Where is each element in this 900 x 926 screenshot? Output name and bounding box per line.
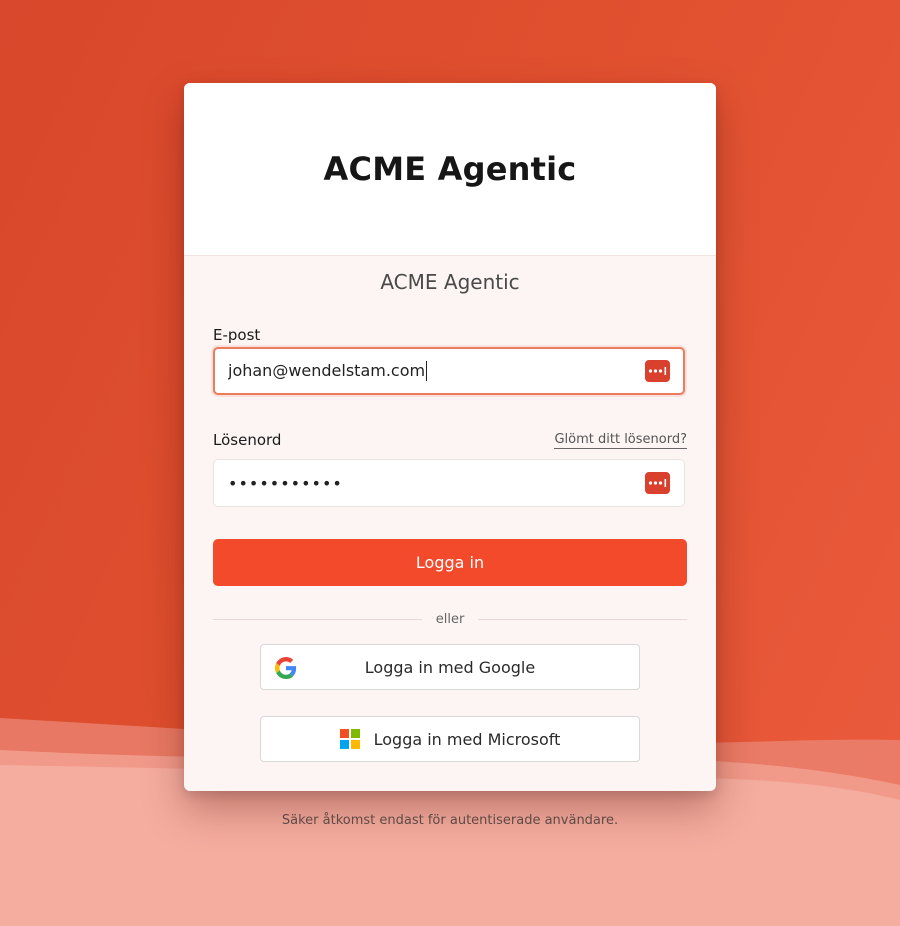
email-input-text: johan@wendelstam.com bbox=[228, 360, 428, 382]
password-masked-value: ••••••••••• bbox=[228, 473, 343, 493]
card-header: ACME Agentic bbox=[184, 83, 716, 256]
password-label: Lösenord bbox=[213, 431, 282, 449]
email-label: E-post bbox=[213, 326, 261, 344]
divider-line-right bbox=[478, 619, 688, 620]
text-caret bbox=[426, 361, 428, 382]
google-login-button[interactable]: Logga in med Google bbox=[260, 644, 640, 690]
microsoft-logo-icon bbox=[339, 729, 360, 749]
brand-title: ACME Agentic bbox=[323, 150, 577, 188]
security-footer-note: Säker åtkomst endast för autentiserade a… bbox=[281, 813, 619, 828]
password-field[interactable]: ••••••••••• bbox=[213, 459, 685, 507]
or-divider: eller bbox=[213, 612, 688, 627]
login-page: ACME Agentic ACME Agentic E-post johan@w… bbox=[0, 0, 900, 926]
login-card: ACME Agentic ACME Agentic E-post johan@w… bbox=[184, 83, 716, 791]
forgot-password-link[interactable]: Glömt ditt lösenord? bbox=[554, 432, 687, 449]
divider-line-left bbox=[213, 619, 422, 620]
password-manager-icon[interactable] bbox=[645, 360, 670, 382]
app-subtitle: ACME Agentic bbox=[380, 270, 520, 294]
google-login-label: Logga in med Google bbox=[364, 657, 536, 677]
google-logo-icon bbox=[275, 657, 297, 679]
email-field[interactable]: johan@wendelstam.com bbox=[213, 347, 685, 395]
login-button[interactable]: Logga in bbox=[213, 539, 687, 586]
microsoft-login-label: Logga in med Microsoft bbox=[373, 729, 561, 749]
divider-text: eller bbox=[435, 612, 465, 627]
password-manager-icon[interactable] bbox=[645, 472, 670, 494]
microsoft-login-button[interactable]: Logga in med Microsoft bbox=[260, 716, 640, 762]
